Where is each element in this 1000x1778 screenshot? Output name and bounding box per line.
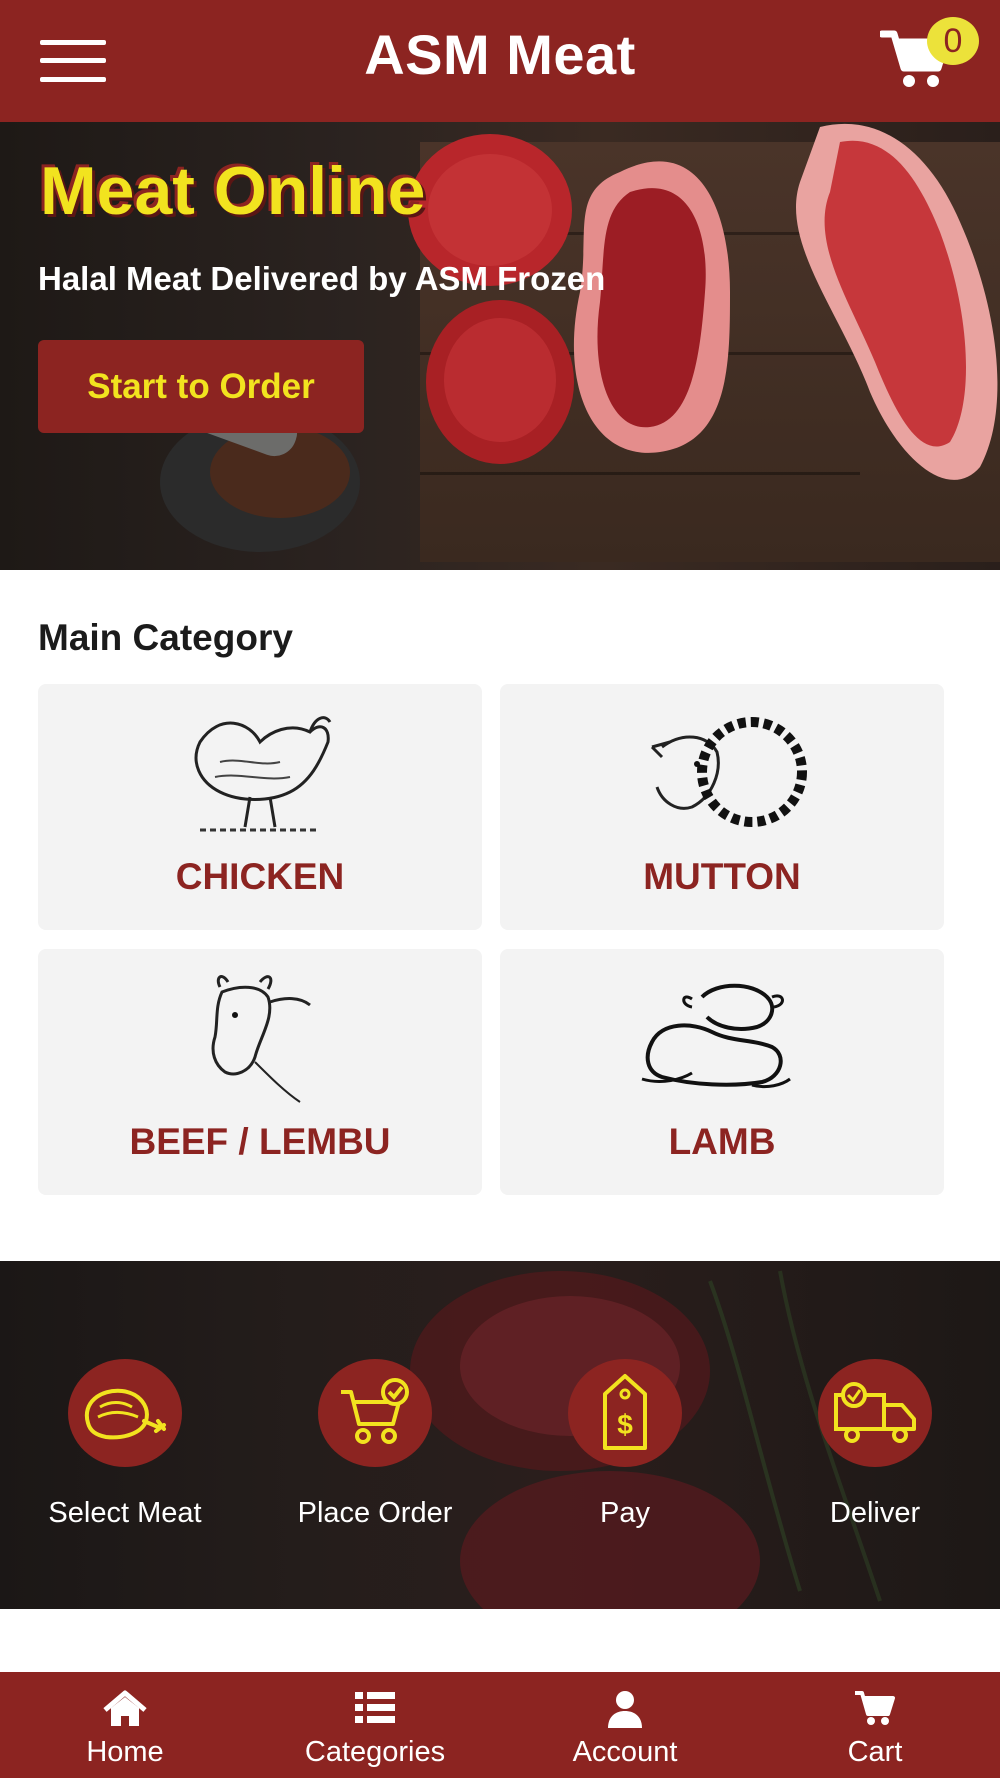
category-card-mutton[interactable]: MUTTON [500, 684, 944, 930]
how-it-works-section: Select Meat Place Order $ Pay Deliver [0, 1261, 1000, 1609]
hero-title: Meat Online [40, 153, 426, 229]
chicken-illustration [194, 716, 332, 832]
svg-text:$: $ [617, 1409, 633, 1440]
cart-count-badge: 0 [927, 17, 979, 65]
nav-label: Home [86, 1736, 164, 1768]
category-label: CHICKEN [175, 856, 345, 897]
step-deliver[interactable]: Deliver [765, 1359, 985, 1530]
sheep-illustration [650, 717, 807, 827]
list-icon [355, 1692, 395, 1723]
cow-illustration [211, 975, 311, 1103]
category-card-chicken[interactable]: CHICKEN [38, 684, 482, 930]
step-label: Place Order [297, 1497, 453, 1529]
nav-label: Categories [304, 1736, 446, 1768]
cart-check-icon [341, 1378, 409, 1444]
start-order-button[interactable]: Start to Order [38, 340, 364, 433]
app-header: ASM Meat 0 [0, 0, 1000, 122]
category-card-lamb[interactable]: LAMB [500, 949, 944, 1195]
step-label: Pay [600, 1497, 650, 1529]
category-label: LAMB [668, 1121, 776, 1162]
step-place-order[interactable]: Place Order [265, 1359, 485, 1530]
step-label: Select Meat [48, 1497, 202, 1529]
nav-account[interactable]: Account [500, 1672, 750, 1778]
meat-leg-icon [84, 1388, 166, 1440]
bottom-navigation: Home Categories Account Cart [0, 1672, 1000, 1778]
price-tag-icon: $ [603, 1374, 647, 1450]
hero-subtitle: Halal Meat Delivered by ASM Frozen [38, 260, 606, 297]
nav-home[interactable]: Home [0, 1672, 250, 1778]
step-label: Deliver [829, 1497, 921, 1529]
category-label: BEEF / LEMBU [129, 1121, 391, 1162]
home-icon [103, 1690, 147, 1726]
nav-label: Cart [847, 1736, 903, 1768]
app-title: ASM Meat [364, 23, 636, 86]
category-label: MUTTON [643, 856, 801, 897]
steak-image [408, 123, 998, 480]
nav-label: Account [572, 1736, 678, 1768]
cart-icon [855, 1691, 895, 1725]
delivery-truck-icon [834, 1382, 916, 1443]
nav-categories[interactable]: Categories [250, 1672, 500, 1778]
category-card-beef[interactable]: BEEF / LEMBU [38, 949, 482, 1195]
user-icon [608, 1691, 642, 1728]
hero-banner: Meat Online Halal Meat Delivered by ASM … [0, 122, 1000, 570]
nav-cart[interactable]: Cart [750, 1672, 1000, 1778]
step-select-meat[interactable]: Select Meat [15, 1359, 235, 1530]
lamb-illustration [641, 983, 791, 1089]
step-pay[interactable]: $ Pay [515, 1359, 735, 1530]
section-title: Main Category [38, 617, 293, 658]
